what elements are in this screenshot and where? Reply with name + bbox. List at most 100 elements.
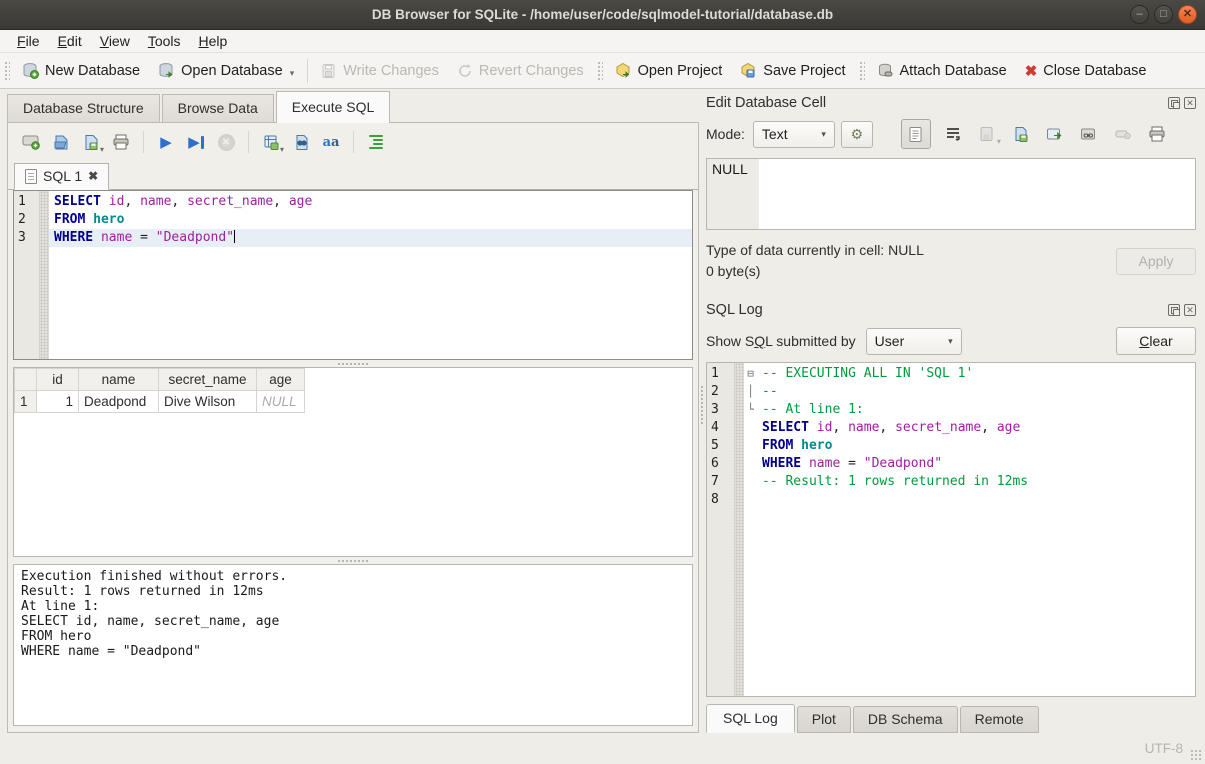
open-database-dropdown-icon[interactable]: ▾: [290, 68, 295, 79]
titlebar[interactable]: DB Browser for SQLite - /home/user/code/…: [0, 0, 1205, 30]
save-project-button[interactable]: Save Project: [731, 58, 854, 83]
format-sql-icon: aa: [323, 135, 340, 150]
code-line[interactable]: --: [757, 383, 1195, 401]
import-cell-button[interactable]: [1009, 122, 1033, 146]
code-line[interactable]: FROM hero: [49, 211, 692, 229]
code-line[interactable]: -- At line 1:: [757, 401, 1195, 419]
table-row[interactable]: 11DeadpondDive WilsonNULL: [15, 391, 305, 413]
dock-close-icon[interactable]: ✕: [1184, 97, 1196, 109]
close-database-label: Close Database: [1043, 63, 1146, 79]
tab-execute-sql[interactable]: Execute SQL: [276, 91, 391, 123]
execute-all-button[interactable]: ▶: [153, 129, 179, 155]
code-line[interactable]: -- EXECUTING ALL IN 'SQL 1': [757, 365, 1195, 383]
splitter-editor-results[interactable]: [8, 360, 698, 367]
fold-spacer: [744, 437, 757, 455]
menu-file[interactable]: File: [8, 31, 49, 51]
print-cell-button[interactable]: [1145, 122, 1169, 146]
toggle-results-button[interactable]: [363, 129, 389, 155]
toolbar-grip[interactable]: [596, 60, 603, 82]
clear-log-button[interactable]: Clear: [1116, 327, 1196, 355]
table-cell[interactable]: Dive Wilson: [159, 391, 257, 413]
open-project-button[interactable]: Open Project: [606, 58, 732, 83]
close-icon[interactable]: ✕: [1178, 5, 1197, 24]
save-sql-file-button[interactable]: ▾: [78, 129, 104, 155]
code-line[interactable]: WHERE name = "Deadpond": [757, 455, 1195, 473]
fold-marker-icon[interactable]: ⊟: [744, 365, 757, 383]
toolbar-grip[interactable]: [858, 60, 865, 82]
close-database-button[interactable]: ✖ Close Database: [1016, 58, 1156, 84]
write-changes-icon: [321, 63, 337, 79]
menu-help[interactable]: Help: [190, 31, 237, 51]
link-button[interactable]: [1077, 122, 1101, 146]
column-header-name[interactable]: name: [79, 369, 159, 391]
open-in-external-button[interactable]: [1043, 122, 1067, 146]
stop-icon: ✕: [218, 134, 235, 151]
sql1-tab[interactable]: SQL 1 ✖: [14, 163, 109, 190]
save-results-dropdown-icon[interactable]: ▾: [280, 145, 284, 154]
log-filter-select[interactable]: User ▾: [866, 328, 962, 355]
table-cell[interactable]: 1: [37, 391, 79, 413]
editor-code[interactable]: SELECT id, name, secret_name, ageFROM he…: [49, 191, 692, 359]
log-fold-markers[interactable]: ⊟│└: [744, 363, 757, 696]
row-header[interactable]: 1: [15, 391, 37, 413]
new-sql-tab-button[interactable]: [18, 129, 44, 155]
encoding-indicator[interactable]: UTF-8: [1145, 741, 1183, 756]
execute-line-button[interactable]: ▶: [183, 129, 209, 155]
close-tab-icon[interactable]: ✖: [88, 169, 98, 183]
dock-tab-plot[interactable]: Plot: [797, 706, 851, 733]
splitter-results-message[interactable]: [8, 557, 698, 564]
dock-tab-sql-log[interactable]: SQL Log: [706, 704, 795, 733]
code-line[interactable]: SELECT id, name, secret_name, age: [49, 193, 692, 211]
cell-value-editor[interactable]: NULL: [706, 158, 1196, 230]
results-table[interactable]: idnamesecret_nameage11DeadpondDive Wilso…: [14, 368, 305, 413]
play-line-bar-icon: [201, 136, 204, 149]
menu-tools[interactable]: Tools: [139, 31, 190, 51]
text-document-button[interactable]: [901, 119, 931, 149]
new-database-button[interactable]: New Database: [13, 58, 149, 83]
vertical-splitter[interactable]: [700, 385, 705, 425]
save-results-button[interactable]: ▾: [258, 129, 284, 155]
open-database-button[interactable]: Open Database ▾: [149, 58, 303, 83]
dock-float-icon[interactable]: [1168, 304, 1180, 316]
resize-grip[interactable]: [1190, 749, 1202, 761]
column-header-id[interactable]: id: [37, 369, 79, 391]
minimize-icon[interactable]: –: [1130, 5, 1149, 24]
format-sql-button[interactable]: aa: [318, 129, 344, 155]
code-line[interactable]: -- Result: 1 rows returned in 12ms: [757, 473, 1195, 491]
table-cell[interactable]: Deadpond: [79, 391, 159, 413]
sql-editor[interactable]: 123 SELECT id, name, secret_name, ageFRO…: [13, 190, 693, 360]
cell-edit-icons: ▾: [901, 119, 1169, 149]
table-cell[interactable]: NULL: [257, 391, 305, 413]
tab-browse-data[interactable]: Browse Data: [162, 94, 274, 122]
find-replace-button[interactable]: [288, 129, 314, 155]
corner-header[interactable]: [15, 369, 37, 391]
toolbar-grip[interactable]: [3, 60, 10, 82]
results-grid[interactable]: idnamesecret_nameage11DeadpondDive Wilso…: [13, 367, 693, 557]
cell-value-area[interactable]: [759, 159, 1195, 229]
open-sql-file-button[interactable]: [48, 129, 74, 155]
menu-edit[interactable]: Edit: [49, 31, 91, 51]
chevron-down-icon: ▾: [821, 129, 826, 140]
word-wrap-button[interactable]: [941, 122, 965, 146]
column-header-age[interactable]: age: [257, 369, 305, 391]
chevron-down-icon: ▾: [948, 336, 953, 347]
sql-log-view[interactable]: 12345678 ⊟│└ -- EXECUTING ALL IN 'SQL 1'…: [706, 362, 1196, 697]
code-line[interactable]: [757, 491, 1195, 509]
auto-switch-mode-button[interactable]: ⚙: [841, 121, 873, 148]
mode-select[interactable]: Text ▾: [753, 121, 835, 148]
save-sql-dropdown-icon[interactable]: ▾: [100, 145, 104, 154]
dock-tab-remote[interactable]: Remote: [960, 706, 1039, 733]
tab-database-structure[interactable]: Database Structure: [7, 94, 160, 122]
maximize-icon[interactable]: □: [1154, 5, 1173, 24]
menu-view[interactable]: View: [91, 31, 139, 51]
column-header-secret_name[interactable]: secret_name: [159, 369, 257, 391]
code-line[interactable]: FROM hero: [757, 437, 1195, 455]
print-button[interactable]: [108, 129, 134, 155]
dock-float-icon[interactable]: [1168, 97, 1180, 109]
open-project-icon: [615, 62, 632, 79]
dock-close-icon[interactable]: ✕: [1184, 304, 1196, 316]
dock-tab-db-schema[interactable]: DB Schema: [853, 706, 958, 733]
attach-database-button[interactable]: Attach Database: [868, 58, 1016, 83]
code-line[interactable]: SELECT id, name, secret_name, age: [757, 419, 1195, 437]
code-line[interactable]: WHERE name = "Deadpond": [49, 229, 692, 247]
